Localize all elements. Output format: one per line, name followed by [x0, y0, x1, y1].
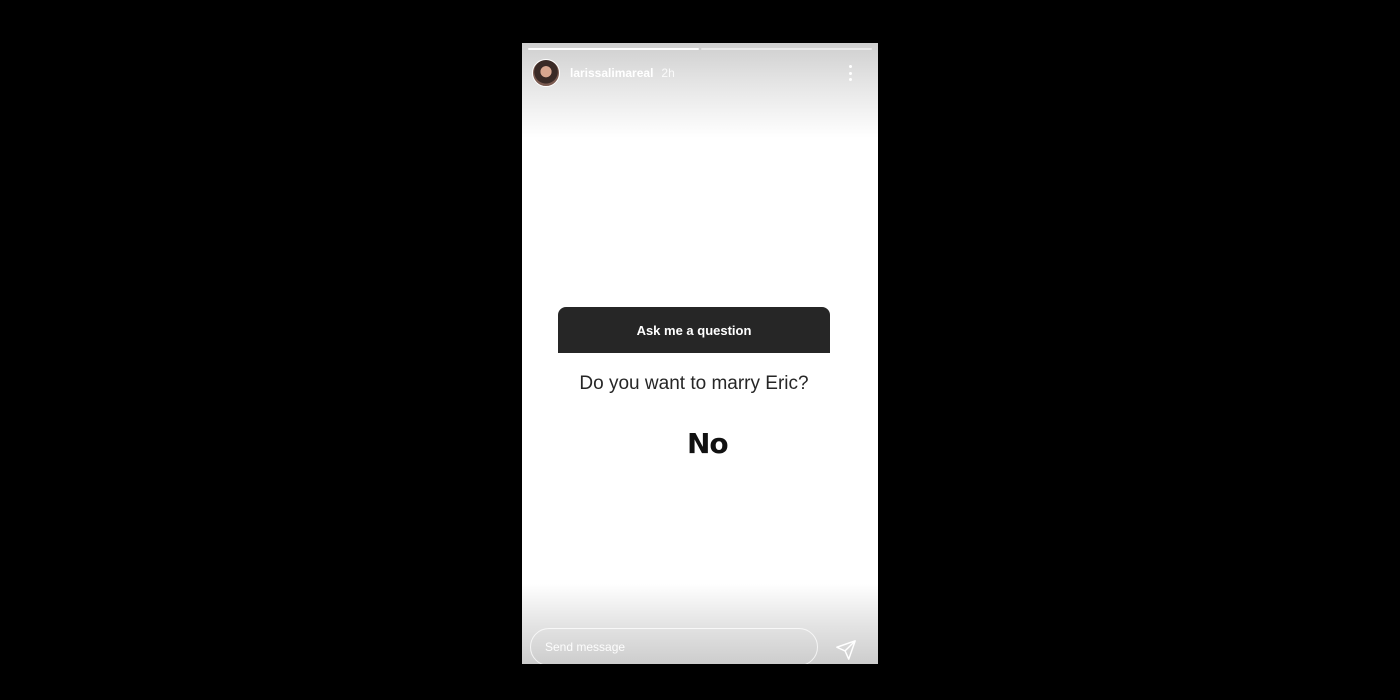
username[interactable]: larissalimareal	[570, 66, 653, 80]
story-progress	[528, 48, 872, 50]
story-viewer[interactable]: larissalimareal 2h Ask me a question Do …	[522, 43, 878, 664]
reply-bar[interactable]	[530, 628, 818, 664]
more-vertical-icon[interactable]	[848, 65, 852, 81]
avatar[interactable]	[532, 59, 560, 87]
progress-segment	[701, 48, 872, 50]
send-message-input[interactable]	[543, 639, 807, 655]
question-text: Do you want to marry Eric?	[579, 373, 809, 394]
question-sticker-header: Ask me a question	[558, 307, 830, 353]
answer-text: No	[687, 427, 729, 460]
send-icon[interactable]	[835, 639, 857, 661]
timestamp: 2h	[661, 66, 675, 80]
story-header: larissalimareal 2h	[532, 58, 868, 88]
progress-segment	[528, 48, 699, 50]
